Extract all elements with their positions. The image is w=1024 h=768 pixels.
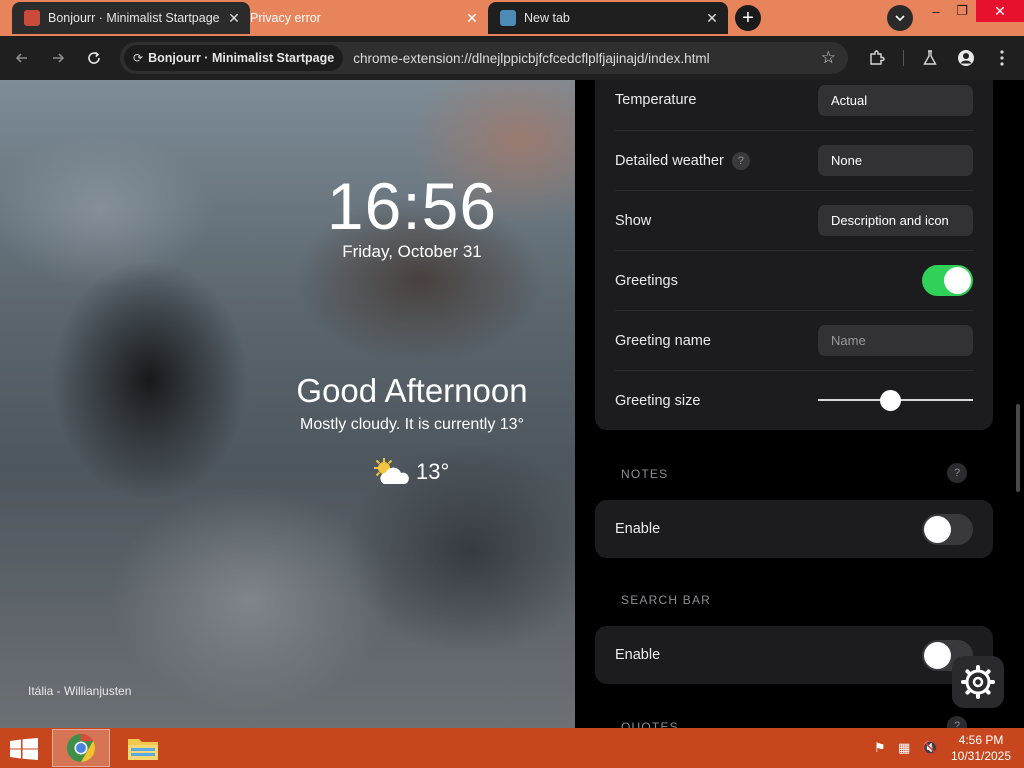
section-title-notes: NOTES [621,467,669,481]
show-select[interactable]: Description and icon [818,205,973,236]
labs-flask-icon[interactable] [919,47,941,69]
setting-label: Show [615,212,652,229]
close-window-button[interactable]: ✕ [976,0,1024,22]
setting-label: Greeting size [615,392,701,409]
tab-title: New tab [524,11,570,25]
setting-row-greeting-name: Greeting name [615,310,973,370]
site-name: Bonjourr · Minimalist Startpage [148,51,335,65]
back-button[interactable] [10,46,34,70]
tab-title: Bonjourr · Minimalist Startpage [48,11,220,25]
restore-button[interactable]: ❐ [945,0,979,22]
toggle-knob [924,515,951,543]
system-clock[interactable]: 4:56 PM 10/31/2025 [946,732,1016,764]
clock: 16:56 [326,169,498,243]
greeting-size-slider[interactable] [818,385,973,416]
chevron-down-icon [895,15,905,21]
setting-label: Enable [615,647,661,663]
arrow-left-icon [15,53,27,63]
setting-row-greeting-size: Greeting size [615,370,973,430]
taskbar-chrome[interactable] [52,729,110,767]
help-icon[interactable]: ? [947,463,967,483]
setting-row-notes-enable: Enable [615,499,973,559]
toggle-knob [944,267,971,294]
settings-panel: Temperature Actual Detailed weather ? No… [575,80,1024,728]
greeting-text: Good Afternoon [296,372,528,409]
tab-privacy-error[interactable]: Privacy error ✕ [248,2,488,34]
extensions-icon[interactable] [866,47,888,69]
panel-scrollbar[interactable] [1016,404,1020,492]
bookmark-star-icon[interactable]: ☆ [821,48,836,68]
temperature-text: 13° [416,459,450,484]
greetings-toggle[interactable] [922,265,973,296]
setting-row-show: Show Description and icon [615,190,973,250]
setting-label: Greeting name [615,332,711,349]
setting-row-search-enable: Enable [615,625,973,685]
site-info-chip[interactable]: ⟳ Bonjourr · Minimalist Startpage [124,45,344,71]
date-text: Friday, October 31 [342,242,482,261]
setting-label: Temperature [615,92,697,108]
close-icon[interactable]: ✕ [702,8,722,28]
weather-settings-card: Temperature Actual Detailed weather ? No… [595,80,993,430]
toggle-knob [924,641,951,669]
folder-icon [128,739,158,760]
close-icon[interactable]: ✕ [224,8,244,28]
windows-logo-icon [10,738,38,760]
extension-page-icon: ⟳ [133,51,144,65]
tab-search-button[interactable] [887,5,913,31]
photo-credit[interactable]: Itália - Willianjusten [28,684,131,698]
notes-card: Enable [595,500,993,558]
detailed-weather-select[interactable]: None [818,145,973,176]
setting-label: Greetings [615,272,678,289]
new-tab-button[interactable]: + [735,5,761,31]
greeting-name-input[interactable] [818,325,973,356]
system-date: 10/31/2025 [950,749,1012,763]
help-icon[interactable]: ? [947,716,967,728]
kebab-menu-icon[interactable] [991,47,1013,69]
section-title-quotes: QUOTES [621,720,679,728]
toolbar-divider [903,50,904,66]
setting-row-detailed-weather: Detailed weather ? None [615,130,973,190]
reload-icon [88,51,100,64]
browser-toolbar: ⟳ Bonjourr · Minimalist Startpage chrome… [0,36,1024,80]
setting-row-temperature: Temperature Actual [615,80,973,130]
weather-widget: 13° [370,456,449,488]
slider-thumb[interactable] [879,390,901,411]
chrome-icon [67,734,95,762]
help-icon[interactable]: ? [731,151,750,170]
close-icon[interactable]: ✕ [462,8,482,28]
taskbar-file-explorer[interactable] [120,729,166,767]
notes-enable-toggle[interactable] [922,513,973,545]
network-icon[interactable]: ▦ [898,740,910,756]
setting-label-text: Detailed weather [615,152,724,169]
system-time: 4:56 PM [958,733,1004,747]
bonjourr-icon [24,10,40,26]
section-title-search-bar: SEARCH BAR [621,593,712,607]
action-center-flag-icon[interactable]: ⚑ [874,740,886,756]
setting-label: Detailed weather ? [615,151,818,170]
setting-label: Enable [615,521,661,537]
taskbar: ⚑ ▦ 🔇 4:56 PM 10/31/2025 [0,728,1024,768]
temperature-select[interactable]: Actual [818,84,973,116]
startpage-background: 16:56 Friday, October 31 Good Afternoon … [0,80,575,728]
start-button[interactable] [10,738,38,760]
reload-button[interactable] [82,46,106,70]
tab-title: Privacy error [250,11,321,25]
search-bar-card: Enable [595,626,993,684]
forward-button[interactable] [46,46,70,70]
address-bar[interactable]: ⟳ Bonjourr · Minimalist Startpage chrome… [120,42,848,74]
volume-muted-icon[interactable]: 🔇 [922,740,938,756]
gear-icon [961,665,995,699]
tab-bonjourr[interactable]: Bonjourr · Minimalist Startpage ✕ [12,2,250,34]
tab-strip: Bonjourr · Minimalist Startpage ✕ Privac… [0,0,1024,36]
settings-gear-button[interactable] [952,656,1004,708]
url-text[interactable]: chrome-extension://dlnejlppicbjfcfcedcfl… [353,51,709,66]
tab-new-tab[interactable]: New tab ✕ [488,2,728,34]
newtab-icon [500,10,516,26]
arrow-right-icon [53,53,65,63]
partly-cloudy-icon [370,456,412,488]
weather-description: Mostly cloudy. It is currently 13° [300,416,524,433]
setting-row-greetings: Greetings [615,250,973,310]
profile-avatar-icon[interactable] [955,47,977,69]
